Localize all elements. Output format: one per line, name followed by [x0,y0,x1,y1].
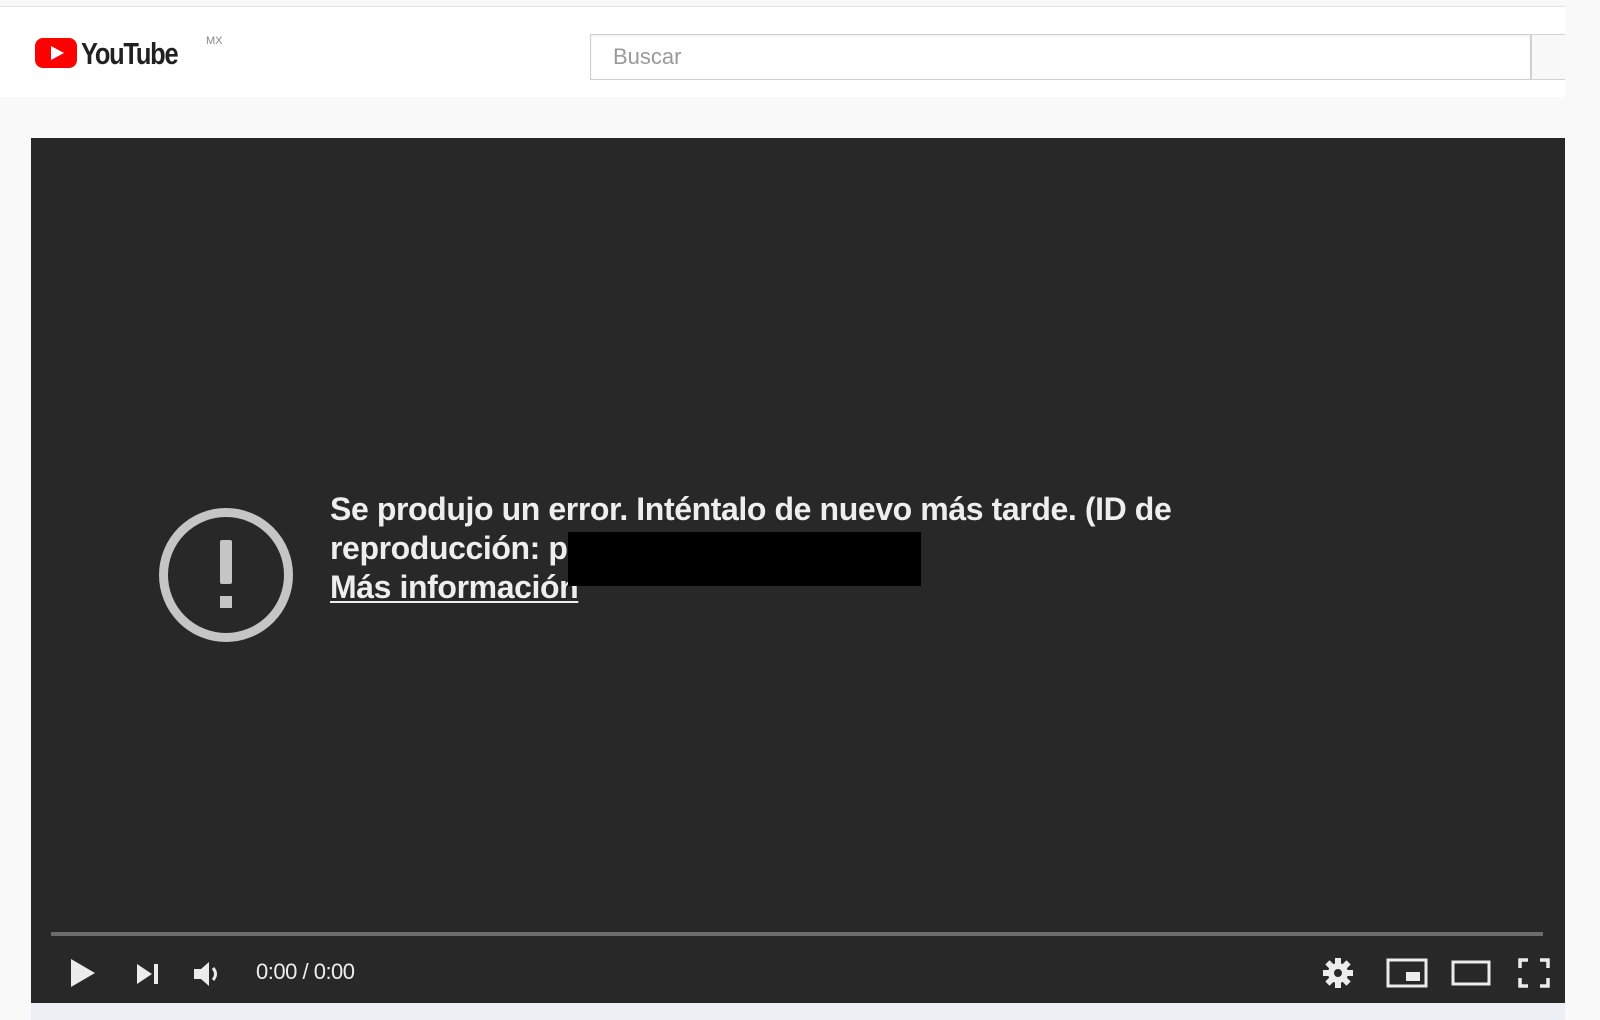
fullscreen-button[interactable] [1517,957,1551,989]
player-controls: 0:00 / 0:00 [31,943,1565,1003]
logo-text: YouTube [81,36,179,71]
exclamation-circle-icon [159,508,293,642]
play-icon [71,959,95,987]
youtube-logo[interactable]: YouTube MX [35,35,223,73]
next-button[interactable] [135,961,161,987]
youtube-logo-icon [35,38,77,68]
skip-next-icon [137,964,158,984]
search-button[interactable] [1531,34,1565,80]
search-input[interactable] [591,35,1530,79]
country-code: MX [206,35,223,47]
settings-button[interactable] [1321,956,1355,990]
time-current: 0:00 [256,959,297,984]
learn-more-link[interactable]: Más información [330,568,579,607]
miniplayer-button[interactable] [1386,957,1428,989]
time-separator: / [302,959,309,984]
error-message-line1: Se produjo un error. Inténtalo de nuevo … [330,491,1172,527]
redaction-box [568,532,921,586]
masthead: YouTube MX [0,7,1565,97]
video-player[interactable]: Se produjo un error. Inténtalo de nuevo … [31,138,1565,1003]
search-box [590,34,1531,80]
theater-mode-button[interactable] [1451,959,1491,987]
volume-icon [194,962,217,986]
fullscreen-icon [1518,958,1550,988]
miniplayer-icon [1386,958,1428,988]
gear-icon [1323,958,1353,988]
progress-bar[interactable] [51,932,1543,936]
time-total: 0:00 [313,959,355,984]
page-below-player [31,1003,1565,1020]
play-button[interactable] [69,957,97,989]
theater-mode-icon [1451,960,1491,986]
volume-button[interactable] [191,958,223,990]
time-display: 0:00 / 0:00 [256,959,355,985]
